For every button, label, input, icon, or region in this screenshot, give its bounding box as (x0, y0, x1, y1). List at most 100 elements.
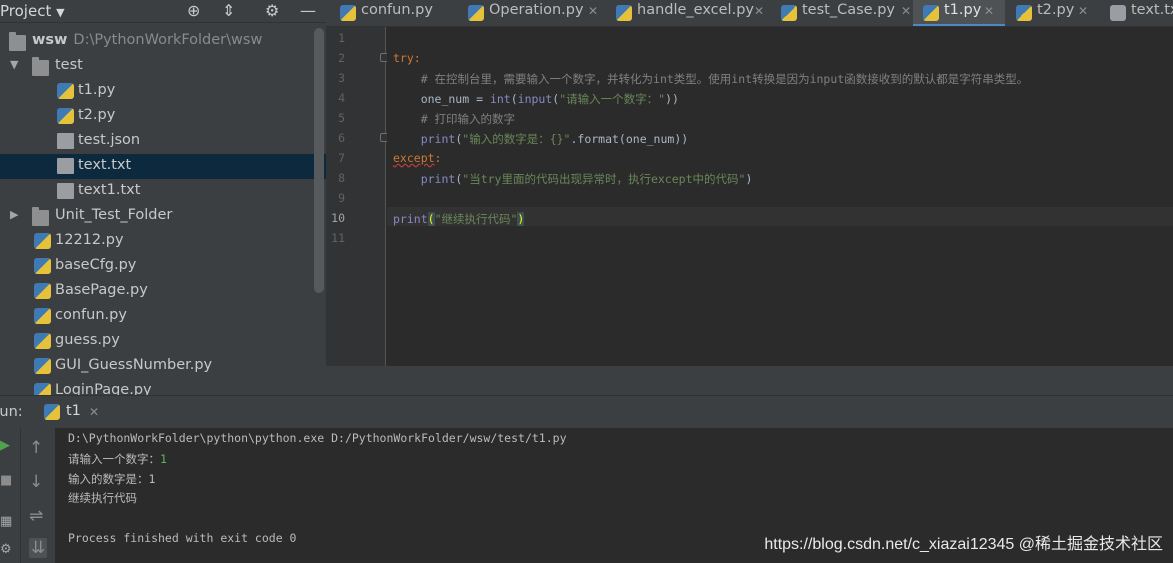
tab-t2-py[interactable]: t2.py ✕ (1016, 0, 1106, 26)
tree-item-label: test.json (78, 132, 141, 148)
tree-item-text1-txt[interactable]: text1.txt (0, 179, 326, 204)
line-number: 1 (338, 31, 345, 45)
tree-item-t1-py[interactable]: t1.py (0, 79, 326, 104)
watermark: https://blog.csdn.net/c_xiazai12345 @稀土掘… (764, 536, 1163, 553)
layout-icon[interactable]: ▦ (0, 514, 12, 529)
tab-text-txt[interactable]: text.txt (1110, 0, 1173, 26)
builtin: input (517, 92, 553, 106)
tree-item-t2-py[interactable]: t2.py (0, 104, 326, 129)
rerun-icon[interactable]: ▶ (0, 438, 10, 453)
tree-root-wsw[interactable]: ▼ wswD:\PythonWorkFolder\wsw (0, 29, 326, 54)
arrow-up-icon[interactable]: ↑ (29, 438, 43, 458)
tree-item-unit-test-folder[interactable]: ▶ Unit_Test_Folder (0, 204, 326, 229)
close-icon[interactable]: ✕ (89, 405, 99, 419)
collapse-all-icon[interactable]: ⇕ (222, 1, 235, 20)
project-header: Project ▼ ⊕ ⇕ ⚙ — (0, 0, 326, 23)
line-number: 6 (338, 131, 345, 145)
keyword: try (393, 51, 414, 65)
tree-item-label: baseCfg.py (55, 257, 137, 273)
tab-t1-py[interactable]: t1.py ✕ (913, 0, 1005, 26)
current-line-number: 10 (331, 211, 345, 225)
root-name: wsw (32, 32, 68, 48)
tree-item-label: LoginPage.py (55, 382, 152, 395)
tab-label: t1.py (944, 2, 982, 18)
project-tree: ▼ wsw D:\PythonWorkFolder\wsw ▼ test t1.p… (0, 29, 326, 395)
line-number: 5 (338, 111, 345, 125)
punct: : (434, 151, 442, 165)
python-file-icon (781, 5, 797, 21)
tree-item-basepage-py[interactable]: BasePage.py (0, 279, 326, 304)
run-tab-t1[interactable]: t1 ✕ (38, 396, 108, 429)
tab-operation-py[interactable]: Operation.py ✕ (468, 0, 618, 26)
gear-icon[interactable]: ⚙ (265, 1, 279, 20)
builtin: print (420, 132, 456, 146)
python-file-icon (616, 5, 632, 21)
builtin: int (489, 92, 511, 106)
collapse-arrow-icon[interactable]: ▶ (10, 208, 18, 221)
tree-item-gui-guessnumber-py[interactable]: GUI_GuessNumber.py (0, 354, 326, 379)
tab-label: handle_excel.py (637, 2, 754, 18)
close-icon[interactable]: ✕ (754, 4, 764, 18)
console-continue-line: 继续执行代码 (68, 491, 137, 505)
tree-item-label: t2.py (78, 107, 116, 123)
python-file-icon (57, 83, 74, 99)
line-number: 7 (338, 151, 345, 165)
python-file-icon (468, 5, 484, 21)
tab-test-case-py[interactable]: test_Case.py ✕ (781, 0, 921, 26)
python-file-icon (34, 358, 51, 374)
tree-item-guess-py[interactable]: guess.py (0, 329, 326, 354)
code-line-10: print("继续执行代码") (393, 211, 525, 227)
run-tab-label: t1 (66, 403, 81, 419)
settings-icon[interactable]: ⚙ (0, 542, 12, 557)
python-file-icon (34, 233, 51, 249)
code-line-5: # 打印输入的数字 (393, 112, 516, 126)
tree-item-basecfg-py[interactable]: baseCfg.py (0, 254, 326, 279)
close-icon[interactable]: ✕ (901, 4, 911, 18)
soft-wrap-icon[interactable]: ⇌ (29, 506, 43, 526)
builtin: print (420, 172, 456, 186)
python-file-icon (923, 5, 939, 21)
line-number-gutter[interactable]: 1 2 3 4 5 6 7 8 9 10 11 (326, 27, 386, 366)
editor-bottom-area (326, 366, 1173, 395)
code-editor[interactable]: try: # 在控制台里，需要输入一个数字，并转化为int类型。使用int转换是… (387, 27, 1173, 366)
line-number: 4 (338, 91, 345, 105)
string: "继续执行代码" (434, 212, 518, 226)
folder-icon (32, 57, 49, 76)
tree-item-test-json[interactable]: test.json (0, 129, 326, 154)
tab-handle-excel-py[interactable]: handle_excel.py ✕ (616, 0, 776, 26)
tab-label: text.txt (1131, 2, 1173, 18)
python-file-icon (34, 308, 51, 324)
locate-file-icon[interactable]: ⊕ (187, 1, 200, 20)
console-result-line: 输入的数字是：1 (68, 472, 156, 486)
project-view-selector[interactable]: Project ▼ (0, 2, 65, 20)
close-icon[interactable]: ✕ (588, 4, 598, 18)
tree-item-test[interactable]: ▼ test (0, 54, 326, 79)
close-icon[interactable]: ✕ (1078, 4, 1088, 18)
project-scrollbar[interactable] (314, 28, 324, 293)
folder-icon (32, 207, 49, 226)
console-prompt: 请输入一个数字： (68, 452, 160, 466)
text-file-icon (57, 158, 74, 174)
text-file-icon (57, 183, 74, 199)
close-icon[interactable]: ✕ (984, 4, 994, 18)
scroll-to-end-icon[interactable]: ⇊ (29, 538, 48, 558)
tree-item-text-txt[interactable]: text.txt (0, 154, 326, 179)
line-number: 8 (338, 171, 345, 185)
stop-icon[interactable]: ■ (0, 473, 12, 488)
tree-item-confun-py[interactable]: confun.py (0, 304, 326, 329)
tree-item-loginpage-py[interactable]: LoginPage.py (0, 379, 326, 395)
expand-arrow-icon[interactable]: ▼ (10, 58, 18, 71)
text-file-icon (1110, 5, 1126, 21)
tree-item-label: Unit_Test_Folder (55, 207, 173, 223)
code-line-4: one_num = int(input("请输入一个数字：")) (393, 91, 679, 107)
arrow-down-icon[interactable]: ↓ (29, 472, 43, 492)
hide-panel-icon[interactable]: — (300, 1, 316, 20)
tree-item-label: guess.py (55, 332, 120, 348)
tab-label: Operation.py (489, 2, 584, 18)
line-number: 9 (338, 191, 345, 205)
tree-item-12212-py[interactable]: 12212.py (0, 229, 326, 254)
string: "请输入一个数字：" (559, 92, 666, 106)
code-text: .format(one_num)) (570, 132, 689, 146)
